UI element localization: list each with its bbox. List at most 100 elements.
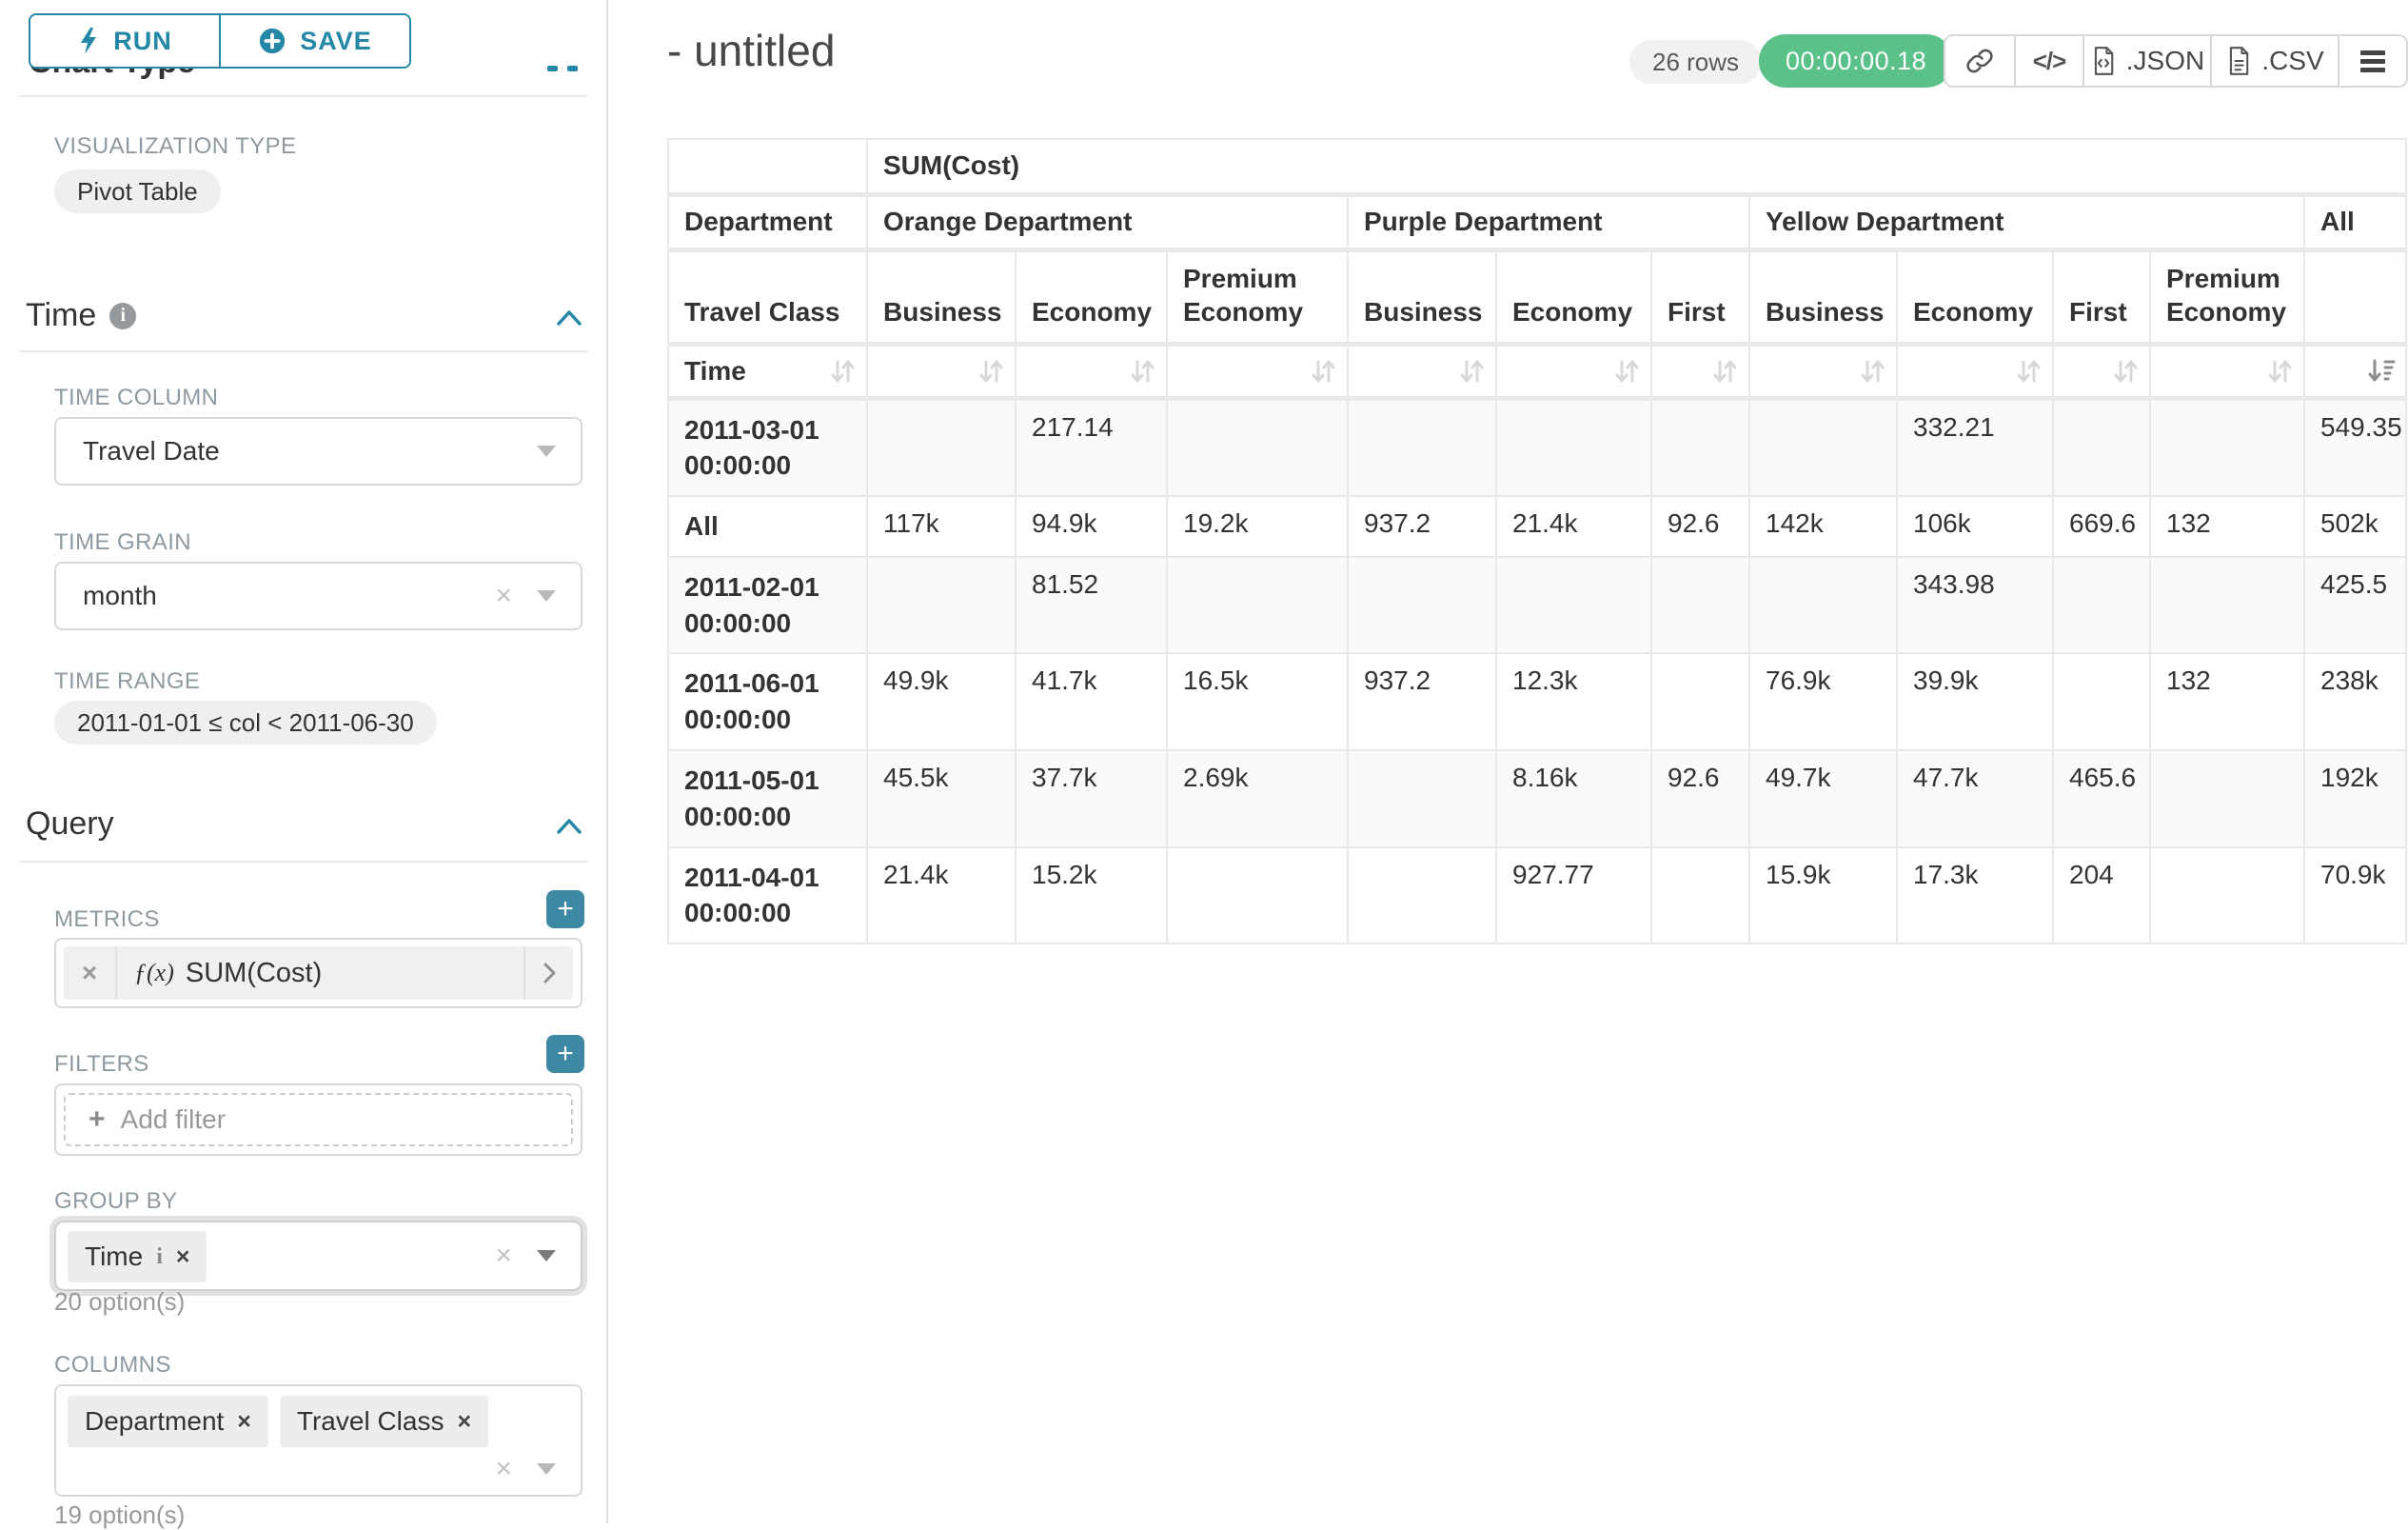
section-divider [19, 350, 587, 352]
query-section-title: Query [26, 805, 114, 843]
visualization-type-value[interactable]: Pivot Table [54, 169, 221, 213]
columns-select[interactable]: Department×Travel Class× × [54, 1384, 582, 1497]
metric-chip[interactable]: × ƒ(x) SUM(Cost) [64, 946, 573, 1000]
time-column-select[interactable]: Travel Date [54, 417, 582, 486]
time-grain-label: TIME GRAIN [54, 529, 191, 556]
menu-button[interactable] [2338, 36, 2406, 86]
export-toolbar: </> .JSON .CSV [1944, 34, 2408, 88]
sort-toggle-icon[interactable] [977, 357, 1005, 386]
sort-toggle-icon[interactable] [1710, 357, 1739, 386]
sort-toggle-icon[interactable] [1309, 357, 1337, 386]
pivot-value-cell [1651, 653, 1749, 750]
chevron-up-icon[interactable] [555, 307, 583, 328]
sort-descending-icon[interactable] [2367, 357, 2396, 386]
save-button[interactable]: SAVE [221, 15, 409, 67]
pivot-value-cell [1348, 847, 1496, 944]
pivot-value-cell [1496, 557, 1651, 654]
pivot-value-cell: 2.69k [1167, 750, 1348, 847]
pivot-value-cell: 39.9k [1897, 653, 2053, 750]
remove-chip-icon[interactable]: × [457, 1408, 471, 1436]
pivot-value-cell [1348, 557, 1496, 654]
pivot-value-cell [1348, 398, 1496, 496]
table-row: All117k94.9k19.2k937.221.4k92.6142k106k6… [668, 496, 2406, 557]
sort-toggle-icon[interactable] [1612, 357, 1641, 386]
time-column-label: TIME COLUMN [54, 385, 218, 411]
sort-toggle-icon[interactable] [1457, 357, 1486, 386]
chart-panel: - untitled 26 rows 00:00:00.18 </> .JSON… [608, 0, 2408, 1523]
pivot-value-cell [2150, 398, 2304, 496]
pivot-value-cell: 937.2 [1348, 653, 1496, 750]
save-button-label: SAVE [300, 27, 372, 56]
sort-toggle-icon[interactable] [1858, 357, 1886, 386]
pivot-value-cell: 41.7k [1016, 653, 1167, 750]
chart-title[interactable]: - untitled [667, 25, 835, 76]
clear-icon[interactable]: × [495, 1242, 512, 1270]
time-section-title: Time i [26, 297, 136, 334]
filters-control: + Add filter [54, 1083, 582, 1156]
group-by-select[interactable]: Timei× × [54, 1221, 582, 1291]
pivot-sort-header [2150, 344, 2304, 398]
chevron-right-icon[interactable] [523, 946, 573, 1000]
info-icon[interactable]: i [156, 1244, 163, 1270]
export-csv-button[interactable]: .CSV [2210, 36, 2338, 86]
clear-icon[interactable]: × [495, 582, 512, 610]
pivot-corner-cell [668, 139, 867, 194]
lightning-bolt-icon [77, 27, 100, 55]
copy-link-button[interactable] [1945, 36, 2014, 86]
function-icon: ƒ(x) [134, 959, 174, 987]
pivot-column-group-header: Yellow Department [1749, 194, 2304, 249]
sort-toggle-icon[interactable] [1128, 357, 1156, 386]
export-json-button[interactable]: .JSON [2082, 36, 2210, 86]
sort-toggle-icon[interactable] [2014, 357, 2043, 386]
pivot-value-cell [2053, 653, 2150, 750]
run-save-button-group: RUN SAVE [29, 13, 411, 69]
pivot-value-cell: 927.77 [1496, 847, 1651, 944]
pivot-value-cell: 238k [2304, 653, 2406, 750]
pivot-value-cell [1749, 557, 1897, 654]
view-query-button[interactable]: </> [2014, 36, 2082, 86]
pivot-value-cell: 37.7k [1016, 750, 1167, 847]
pivot-value-cell: 19.2k [1167, 496, 1348, 557]
pivot-sort-header [1348, 344, 1496, 398]
selected-option-chip[interactable]: Timei× [68, 1231, 207, 1282]
pivot-value-cell: 92.6 [1651, 750, 1749, 847]
sort-toggle-icon[interactable] [828, 357, 857, 386]
plus-icon: + [89, 1103, 106, 1136]
group-by-options-hint: 20 option(s) [54, 1287, 185, 1317]
pivot-value-cell [867, 557, 1016, 654]
add-metric-button[interactable]: + [546, 890, 584, 928]
run-button[interactable]: RUN [30, 15, 221, 67]
sort-toggle-icon[interactable] [2265, 357, 2294, 386]
metrics-control: × ƒ(x) SUM(Cost) [54, 938, 582, 1008]
pivot-value-cell: 17.3k [1897, 847, 2053, 944]
row-count-badge: 26 rows [1629, 40, 1762, 84]
info-icon[interactable]: i [109, 303, 136, 329]
pivot-column-header: Business [867, 249, 1016, 344]
time-range-value[interactable]: 2011-01-01 ≤ col < 2011-06-30 [54, 701, 437, 745]
pivot-value-cell [1651, 557, 1749, 654]
sort-toggle-icon[interactable] [2111, 357, 2140, 386]
pivot-row-dimension-header: Time [668, 344, 867, 398]
pivot-value-cell: 12.3k [1496, 653, 1651, 750]
add-filter-dropzone[interactable]: + Add filter [64, 1093, 573, 1146]
pivot-value-cell: 192k [2304, 750, 2406, 847]
selected-option-chip[interactable]: Travel Class× [280, 1396, 488, 1447]
remove-metric-icon[interactable]: × [64, 946, 117, 1000]
remove-chip-icon[interactable]: × [237, 1408, 251, 1436]
remove-chip-icon[interactable]: × [176, 1243, 190, 1271]
link-icon [1965, 47, 1994, 75]
selected-option-chip[interactable]: Department× [68, 1396, 268, 1447]
chevron-up-icon[interactable] [555, 815, 583, 836]
time-grain-select[interactable]: month × [54, 562, 582, 630]
pivot-value-cell [1348, 750, 1496, 847]
pivot-value-cell: 47.7k [1897, 750, 2053, 847]
pivot-row-header: All [668, 496, 867, 557]
clear-icon[interactable]: × [495, 1455, 512, 1483]
pivot-value-cell [1167, 557, 1348, 654]
pivot-sort-header [1897, 344, 2053, 398]
add-filter-button[interactable]: + [546, 1035, 584, 1073]
pivot-column-group-header: All [2304, 194, 2406, 249]
pivot-value-cell [867, 398, 1016, 496]
pivot-column-header: Economy [1897, 249, 2053, 344]
run-button-label: RUN [113, 27, 172, 56]
